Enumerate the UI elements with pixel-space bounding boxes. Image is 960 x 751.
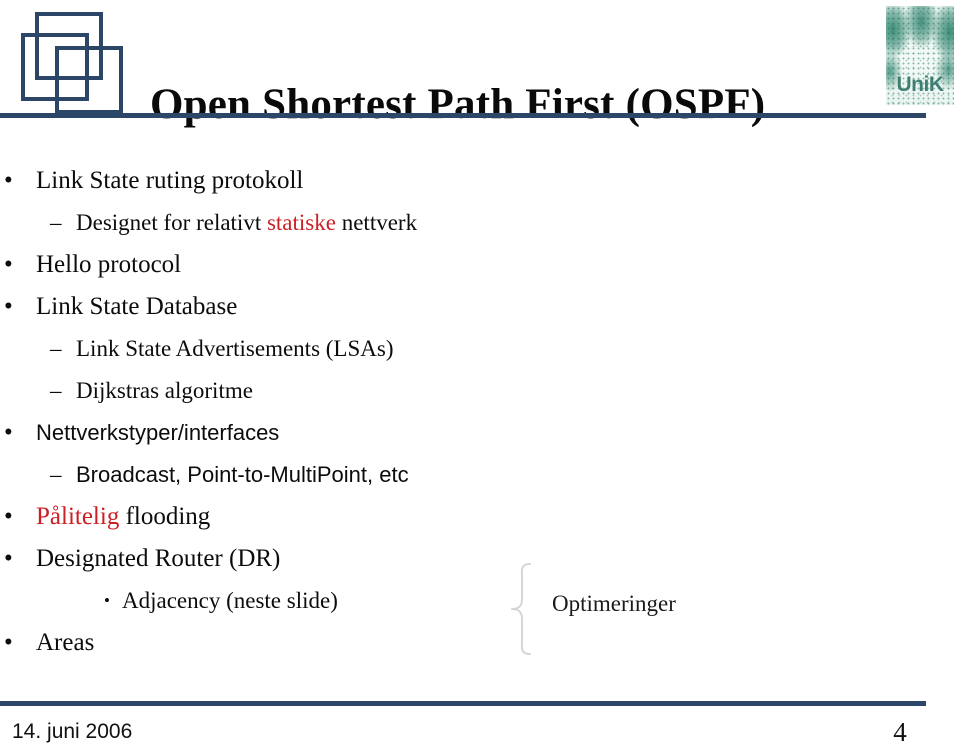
header-divider: [0, 113, 926, 118]
dot-bullet-icon: •: [4, 503, 13, 530]
curly-brace-right-icon: [508, 563, 542, 655]
bullet-text-run: Broadcast, Point-to-MultiPoint, etc: [76, 462, 409, 487]
dash-bullet-icon: –: [50, 210, 62, 235]
dot-bullet-icon: •: [4, 167, 13, 194]
overlapping-squares-logo-icon: [14, 8, 124, 114]
dot-bullet-icon: •: [4, 251, 13, 278]
bullet-line: – Broadcast, Point-to-MultiPoint, etc: [0, 454, 700, 496]
bullet-text: Designet for relativt statiske nettverk: [76, 202, 417, 244]
bullet-text-run: Link State ruting protokoll: [36, 167, 304, 194]
dot-bullet-icon: •: [4, 545, 13, 572]
bullet-text-run: nettverk: [335, 210, 418, 235]
bullet-text-run: flooding: [119, 503, 211, 530]
bullet-text: Broadcast, Point-to-MultiPoint, etc: [76, 454, 409, 496]
footer-page-number: 4: [893, 717, 907, 747]
bullet-text-run: Designated Router (DR): [36, 545, 281, 572]
bullet-line: • Designated Router (DR): [0, 538, 700, 580]
bullet-text-run: Designet for relativt: [76, 210, 267, 235]
unik-brand-logo: UniK: [886, 6, 954, 105]
bullet-text: Nettverkstyper/interfaces: [36, 412, 279, 454]
dash-bullet-icon: –: [50, 462, 62, 487]
bullet-text-run: Link State Advertisements (LSAs): [76, 336, 394, 361]
bullet-text: Link State Database: [36, 286, 237, 328]
bullet-text-run: Link State Database: [36, 293, 238, 320]
dash-bullet-icon: –: [50, 336, 62, 361]
presentation-slide: Open Shortest Path First (OSPF) UniK • Li…: [0, 0, 960, 751]
bullet-text-run: Areas: [36, 629, 95, 656]
bullet-text: Designated Router (DR): [36, 538, 280, 580]
dot-bullet-icon: •: [4, 419, 13, 446]
highlighted-term: Pålitelig: [36, 503, 120, 530]
bullet-line: • Link State Database: [0, 286, 700, 328]
bullet-line: • Nettverkstyper/interfaces: [0, 412, 700, 454]
bullet-line: – Link State Advertisements (LSAs): [0, 328, 700, 370]
bullet-text: Hello protocol: [36, 244, 181, 286]
footer-date: 14. juni 2006: [12, 720, 133, 743]
bullet-text-run: Adjacency (neste slide): [122, 588, 338, 613]
page-title: Open Shortest Path First (OSPF): [150, 80, 766, 128]
footer-divider: [0, 701, 926, 706]
bullet-text: Areas: [36, 622, 94, 664]
bullet-text: Adjacency (neste slide): [122, 580, 338, 622]
dot-bullet-icon: •: [4, 629, 13, 656]
dot-bullet-icon: •: [104, 591, 110, 610]
bullet-text-run: Hello protocol: [36, 251, 182, 278]
dot-bullet-icon: •: [4, 293, 13, 320]
bullet-text-run: Nettverkstyper/interfaces: [36, 420, 280, 445]
dash-bullet-icon: –: [50, 378, 62, 403]
bullet-line: • Link State ruting protokoll: [0, 160, 700, 202]
annotation-label: Optimeringer: [552, 591, 676, 616]
bullet-text: Link State ruting protokoll: [36, 160, 303, 202]
logo-square-bottom: [55, 46, 123, 114]
bullet-line: • Pålitelig flooding: [0, 496, 700, 538]
bullet-line: • Hello protocol: [0, 244, 700, 286]
bullet-text: Dijkstras algoritme: [76, 370, 253, 412]
bullet-line: – Dijkstras algoritme: [0, 370, 700, 412]
bullet-line: – Designet for relativt statiske nettverk: [0, 202, 700, 244]
bullet-text: Pålitelig flooding: [36, 496, 210, 538]
unik-logo-wordmark: UniK: [896, 73, 945, 96]
highlighted-term: statiske: [266, 210, 336, 235]
bullet-text-run: Dijkstras algoritme: [76, 378, 253, 403]
bullet-text: Link State Advertisements (LSAs): [76, 328, 394, 370]
bullet-line: • Areas: [0, 622, 700, 664]
